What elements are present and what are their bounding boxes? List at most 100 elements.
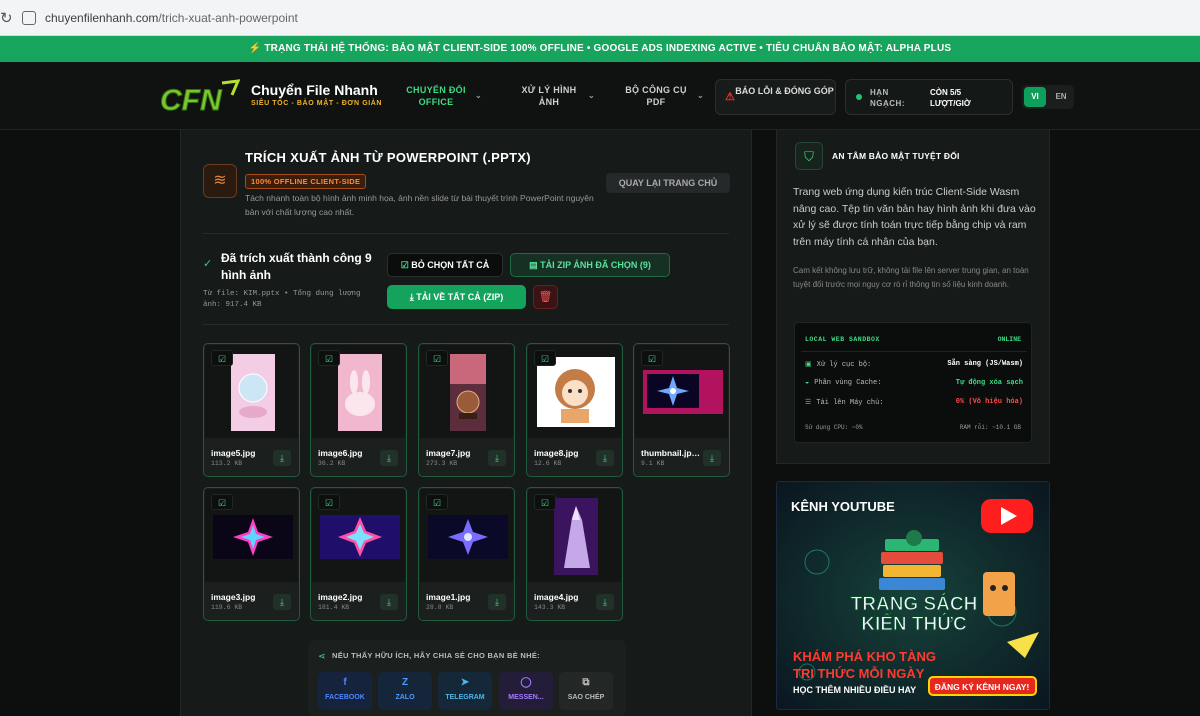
image-card[interactable]: ☑ image5.jpg 113.2 KB ⤓ [203, 343, 300, 477]
nav-image[interactable]: XỬ LÝ HÌNH ẢNH ⌄ [517, 84, 595, 108]
url-text[interactable]: chuyenfilenhanh.com/trich-xuat-anh-power… [45, 11, 298, 25]
svg-text:TRANG SÁCH: TRANG SÁCH [851, 593, 978, 615]
download-icon[interactable]: ⤓ [380, 594, 398, 610]
share-saochp-button[interactable]: ⧉ SAO CHÉP [559, 672, 613, 710]
reload-icon[interactable]: ↻ [0, 9, 13, 27]
lang-en-button[interactable]: EN [1050, 87, 1072, 107]
image-card[interactable]: ☑ image3.jpg 119.6 KB ⤓ [203, 487, 300, 621]
share-facebook-button[interactable]: f FACEBOOK [318, 672, 372, 710]
divider [203, 324, 729, 325]
image-card[interactable]: ☑ image7.jpg 273.3 KB ⤓ [418, 343, 515, 477]
download-icon[interactable]: ⤓ [488, 450, 506, 466]
site-logo[interactable]: CFN [158, 79, 240, 115]
image-card[interactable]: ☑ image4.jpg 143.3 KB ⤓ [526, 487, 623, 621]
nav-pdf[interactable]: BỘ CÔNG CỤ PDF ⌄ [622, 84, 703, 108]
image-card[interactable]: ☑ image2.jpg 181.4 KB ⤓ [310, 487, 407, 621]
checkbox-icon[interactable]: ☑ [641, 350, 663, 366]
nav-office-label: CHUYỂN ĐỔI OFFICE [406, 85, 466, 107]
youtube-banner-art: KÊNH YOUTUBE TRANG SÁCH KIẾN THỨC KHÁM P… [777, 482, 1049, 709]
sandbox-row-cache: ◒ Phân vùng Cache: Tự động xóa sạch [805, 379, 1023, 387]
share-label: FACEBOOK [325, 694, 365, 701]
browser-url-bar[interactable]: ↻ chuyenfilenhanh.com/trich-xuat-anh-pow… [0, 0, 1200, 36]
site-info-icon[interactable] [22, 11, 36, 25]
image-filesize: 28.8 KB [426, 604, 454, 611]
image-card[interactable]: ☑ image8.jpg 12.6 KB ⤓ [526, 343, 623, 477]
svg-text:TRI THỨC MỖI NGÀY: TRI THỨC MỖI NGÀY [793, 666, 925, 681]
image-card[interactable]: ☑ image1.jpg 28.8 KB ⤓ [418, 487, 515, 621]
checkbox-icon[interactable]: ☑ [318, 350, 340, 366]
download-icon[interactable]: ⤓ [380, 450, 398, 466]
checkbox-icon: ☑ [400, 260, 412, 270]
site-header: CFN Chuyển File Nhanh SIÊU TỐC - BẢO MẬT… [0, 62, 1200, 130]
security-panel: ⛉ AN TÂM BẢO MẬT TUYỆT ĐỐI Trang web ứng… [776, 130, 1050, 464]
share-icon: ⋖ [318, 651, 326, 661]
checkbox-icon[interactable]: ☑ [211, 494, 233, 510]
image-filename: image6.jpg [318, 448, 363, 458]
tool-panel: ≋ TRÍCH XUẤT ẢNH TỪ POWERPOINT (.PPTX) 1… [180, 130, 752, 716]
check-icon: ✓ [203, 258, 213, 270]
download-icon[interactable]: ⤓ [488, 594, 506, 610]
share-zalo-button[interactable]: Z ZALO [378, 672, 432, 710]
chevron-down-icon: ⌄ [587, 91, 595, 100]
lang-vi-button[interactable]: VI [1024, 87, 1046, 107]
download-icon[interactable]: ⤓ [273, 450, 291, 466]
share-icon-4: ⧉ [582, 677, 590, 688]
brand-name[interactable]: Chuyển File Nhanh [251, 82, 378, 98]
nav-office[interactable]: CHUYỂN ĐỔI OFFICE ⌄ [404, 84, 481, 108]
checkbox-icon[interactable]: ☑ [318, 494, 340, 510]
divider [203, 233, 729, 234]
image-filesize: 181.4 KB [318, 604, 350, 611]
report-bug-button[interactable]: ⚠ BÁO LỖI & ĐÓNG GÓP [715, 79, 836, 115]
sandbox-title: LOCAL WEB SANDBOX [805, 336, 880, 343]
share-label: MESSEN... [508, 694, 544, 701]
image-filename: image7.jpg [426, 448, 471, 458]
download-icon[interactable]: ⤓ [596, 594, 614, 610]
download-all-zip-button[interactable]: ⤓ TẢI VỀ TẤT CẢ (ZIP) [387, 285, 526, 309]
download-zip-selected-label: TẢI ZIP ẢNH ĐÃ CHỌN (9) [540, 260, 651, 270]
cache-icon: ◒ [805, 379, 810, 387]
image-filesize: 143.3 KB [534, 604, 566, 611]
chevron-down-icon: ⌄ [696, 91, 704, 100]
file-zip-icon: ▤ [529, 260, 541, 270]
share-label: ZALO [395, 694, 415, 701]
warning-icon: ⚠ [725, 91, 735, 103]
cpu-usage: Sử dụng CPU: ~0% [805, 424, 863, 431]
checkbox-icon[interactable]: ☑ [426, 350, 448, 366]
share-telegram-button[interactable]: ➤ TELEGRAM [438, 672, 492, 710]
chevron-down-icon: ⌄ [474, 91, 482, 100]
deselect-all-button[interactable]: ☑ BỎ CHỌN TẤT CẢ [387, 253, 503, 277]
sandbox-state: ONLINE [997, 336, 1021, 343]
download-icon[interactable]: ⤓ [273, 594, 291, 610]
share-icon-2: ➤ [460, 677, 470, 688]
checkbox-icon[interactable]: ☑ [534, 494, 556, 510]
delete-icon[interactable]: 🗑 [533, 285, 558, 309]
divider [801, 351, 1027, 352]
language-switch: VI EN [1022, 85, 1074, 109]
image-filesize: 12.6 KB [534, 460, 562, 467]
checkbox-icon[interactable]: ☑ [426, 494, 448, 510]
deselect-all-label: BỎ CHỌN TẤT CẢ [411, 260, 490, 270]
share-messen-button[interactable]: ◯ MESSEN... [499, 672, 553, 710]
image-card[interactable]: ☑ thumbnail.jpeg 9.1 KB ⤓ [633, 343, 730, 477]
status-dot-icon [856, 94, 862, 100]
image-filename: image8.jpg [534, 448, 579, 458]
image-filename: image1.jpg [426, 592, 471, 602]
shield-icon: ⛉ [795, 142, 823, 170]
download-icon[interactable]: ⤓ [596, 450, 614, 466]
checkbox-icon[interactable]: ☑ [211, 350, 233, 366]
download-icon[interactable]: ⤓ [703, 450, 721, 466]
youtube-banner[interactable]: KÊNH YOUTUBE TRANG SÁCH KIẾN THỨC KHÁM P… [776, 481, 1050, 710]
download-zip-selected-button[interactable]: ▤ TẢI ZIP ẢNH ĐÃ CHỌN (9) [510, 253, 670, 277]
checkbox-icon[interactable]: ☑ [534, 350, 556, 366]
brand-tagline: SIÊU TỐC - BẢO MẬT - ĐƠN GIẢN [251, 100, 383, 107]
file-info: Từ file: KIM.pptx • Tổng dung lượng ảnh:… [203, 290, 361, 309]
image-filename: image2.jpg [318, 592, 363, 602]
back-home-button[interactable]: QUAY LẠI TRANG CHỦ [606, 173, 730, 193]
image-card[interactable]: ☑ image6.jpg 36.2 KB ⤓ [310, 343, 407, 477]
security-description: Trang web ứng dụng kiến trúc Client-Side… [793, 186, 1036, 248]
svg-text:HỌC THÊM NHIỀU ĐIỀU HAY: HỌC THÊM NHIỀU ĐIỀU HAY [793, 684, 916, 695]
offline-badge: 100% OFFLINE CLIENT-SIDE [245, 174, 367, 189]
extract-success-text: Đã trích xuất thành công 9 hình ảnh [221, 251, 372, 282]
share-panel: ⋖ NẾU THẤY HỮU ÍCH, HÃY CHIA SẺ CHO BẠN … [308, 640, 626, 716]
sandbox-row-upload: ☰ Tải lên Máy chủ: 0% (Vô hiệu hóa) [805, 398, 1023, 407]
